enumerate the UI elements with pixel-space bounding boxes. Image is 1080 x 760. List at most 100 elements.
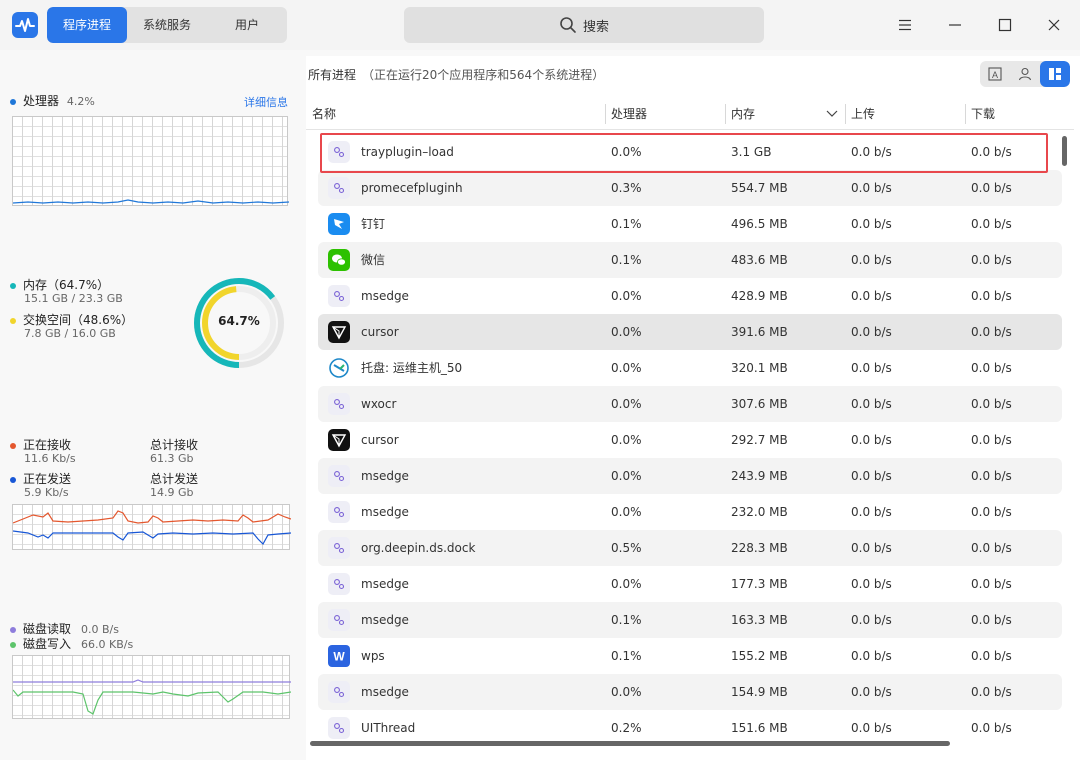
- search-input[interactable]: 搜索: [404, 7, 764, 43]
- title-bar: 程序进程 系统服务 用户 搜索: [0, 0, 1080, 50]
- maximize-button[interactable]: [992, 12, 1018, 38]
- process-download: 0.0 b/s: [971, 181, 1012, 195]
- column-name[interactable]: 名称: [312, 98, 336, 130]
- net-recv: 正在接收 11.6 Kb/s: [10, 436, 76, 465]
- minimize-icon: [949, 24, 961, 26]
- process-cpu: 0.0%: [611, 289, 642, 303]
- process-row[interactable]: msedge 0.0% 154.9 MB 0.0 b/s 0.0 b/s: [318, 674, 1062, 710]
- tab-services[interactable]: 系统服务: [127, 7, 207, 43]
- network-lines: [13, 510, 291, 545]
- column-divider[interactable]: [725, 104, 726, 124]
- gear-icon: [328, 537, 350, 559]
- process-row[interactable]: trayplugin–load 0.0% 3.1 GB 0.0 b/s 0.0 b/s: [318, 134, 1062, 170]
- swap-label: 交换空间（48.6%）: [23, 313, 134, 327]
- close-button[interactable]: [1041, 12, 1067, 38]
- tab-users[interactable]: 用户: [207, 7, 287, 43]
- process-row[interactable]: org.deepin.ds.dock 0.5% 228.3 MB 0.0 b/s 0.0…: [318, 530, 1062, 566]
- process-cpu: 0.0%: [611, 397, 642, 411]
- disk-graph: [12, 655, 291, 719]
- minimize-button[interactable]: [942, 12, 968, 38]
- close-icon: [1048, 19, 1060, 31]
- net-total-recv: 总计接收 61.3 Gb: [150, 436, 198, 465]
- process-memory: 163.3 MB: [731, 613, 788, 627]
- process-cpu: 0.0%: [611, 145, 642, 159]
- disk-legend: 磁盘读取 0.0 B/s 磁盘写入 66.0 KB/s: [10, 620, 133, 652]
- column-divider[interactable]: [845, 104, 846, 124]
- send-label: 正在发送: [23, 472, 72, 486]
- process-memory: 483.6 MB: [731, 253, 788, 267]
- process-cpu: 0.0%: [611, 685, 642, 699]
- process-memory: 154.9 MB: [731, 685, 788, 699]
- tab-processes[interactable]: 程序进程: [47, 7, 127, 43]
- all-processes-icon: [1049, 68, 1061, 80]
- process-row[interactable]: wxocr 0.0% 307.6 MB 0.0 b/s 0.0 b/s: [318, 386, 1062, 422]
- process-upload: 0.0 b/s: [851, 181, 892, 195]
- memory-value: 15.1 GB / 23.3 GB: [24, 292, 123, 305]
- process-row[interactable]: cursor 0.0% 292.7 MB 0.0 b/s 0.0 b/s: [318, 422, 1062, 458]
- process-download: 0.0 b/s: [971, 325, 1012, 339]
- disk-write-dot: [10, 641, 16, 648]
- view-user-button[interactable]: [1010, 61, 1040, 87]
- process-download: 0.0 b/s: [971, 685, 1012, 699]
- view-app-button[interactable]: A: [980, 61, 1010, 87]
- process-upload: 0.0 b/s: [851, 325, 892, 339]
- process-row[interactable]: cursor 0.0% 391.6 MB 0.0 b/s 0.0 b/s: [318, 314, 1062, 350]
- column-memory[interactable]: 内存: [731, 98, 755, 130]
- process-row[interactable]: 钉钉 0.1% 496.5 MB 0.0 b/s 0.0 b/s: [318, 206, 1062, 242]
- column-download[interactable]: 下载: [971, 98, 995, 130]
- process-row[interactable]: Wwps 0.1% 155.2 MB 0.0 b/s 0.0 b/s: [318, 638, 1062, 674]
- process-row[interactable]: msedge 0.0% 243.9 MB 0.0 b/s 0.0 b/s: [318, 458, 1062, 494]
- memory-label: 内存（64.7%）: [23, 278, 110, 292]
- vertical-scrollbar[interactable]: [1062, 136, 1067, 166]
- process-download: 0.0 b/s: [971, 613, 1012, 627]
- column-cpu[interactable]: 处理器: [611, 98, 647, 130]
- horizontal-scrollbar[interactable]: [310, 741, 950, 746]
- process-upload: 0.0 b/s: [851, 217, 892, 231]
- process-upload: 0.0 b/s: [851, 505, 892, 519]
- process-row[interactable]: msedge 0.1% 163.3 MB 0.0 b/s 0.0 b/s: [318, 602, 1062, 638]
- cpu-detail-link[interactable]: 详细信息: [244, 94, 288, 110]
- gear-icon: [328, 609, 350, 631]
- process-download: 0.0 b/s: [971, 253, 1012, 267]
- cursor-icon: [328, 429, 350, 451]
- process-summary: 所有进程 （正在运行20个应用程序和564个系统进程）: [308, 66, 604, 83]
- cpu-graph: [12, 116, 289, 206]
- process-memory: 228.3 MB: [731, 541, 788, 555]
- wps-icon: W: [328, 645, 350, 667]
- process-memory: 428.9 MB: [731, 289, 788, 303]
- disk-write-label: 磁盘写入: [23, 637, 72, 651]
- process-row[interactable]: msedge 0.0% 177.3 MB 0.0 b/s 0.0 b/s: [318, 566, 1062, 602]
- process-name: 托盘: 运维主机_50: [361, 361, 463, 375]
- process-memory: 292.7 MB: [731, 433, 788, 447]
- process-upload: 0.0 b/s: [851, 577, 892, 591]
- process-row[interactable]: msedge 0.0% 232.0 MB 0.0 b/s 0.0 b/s: [318, 494, 1062, 530]
- process-row[interactable]: msedge 0.0% 428.9 MB 0.0 b/s 0.0 b/s: [318, 278, 1062, 314]
- column-upload[interactable]: 上传: [851, 98, 875, 130]
- view-mode-switch: A: [980, 61, 1070, 87]
- process-memory: 155.2 MB: [731, 649, 788, 663]
- cpu-heading: 处理器 4.2%: [10, 92, 95, 109]
- menu-button[interactable]: [892, 12, 918, 38]
- sort-desc-icon[interactable]: [826, 109, 838, 119]
- process-download: 0.0 b/s: [971, 145, 1012, 159]
- gear-icon: [328, 285, 350, 307]
- process-memory: 391.6 MB: [731, 325, 788, 339]
- process-memory: 307.6 MB: [731, 397, 788, 411]
- process-download: 0.0 b/s: [971, 505, 1012, 519]
- column-divider[interactable]: [965, 104, 966, 124]
- send-value: 5.9 Kb/s: [24, 486, 69, 499]
- process-row[interactable]: 托盘: 运维主机_50 0.0% 320.1 MB 0.0 b/s 0.0 b/s: [318, 350, 1062, 386]
- gear-icon: [328, 717, 350, 739]
- gear-icon: [328, 681, 350, 703]
- column-divider[interactable]: [605, 104, 606, 124]
- process-download: 0.0 b/s: [971, 397, 1012, 411]
- process-upload: 0.0 b/s: [851, 433, 892, 447]
- process-memory: 243.9 MB: [731, 469, 788, 483]
- memory-legend: 内存（64.7%） 15.1 GB / 23.3 GB 交换空间（48.6%） …: [10, 276, 133, 340]
- process-upload: 0.0 b/s: [851, 613, 892, 627]
- process-row[interactable]: promecefpluginh 0.3% 554.7 MB 0.0 b/s 0.0 b/…: [318, 170, 1062, 206]
- process-row[interactable]: 微信 0.1% 483.6 MB 0.0 b/s 0.0 b/s: [318, 242, 1062, 278]
- view-all-button[interactable]: [1040, 61, 1070, 87]
- process-cpu: 0.0%: [611, 325, 642, 339]
- maximize-icon: [998, 18, 1012, 32]
